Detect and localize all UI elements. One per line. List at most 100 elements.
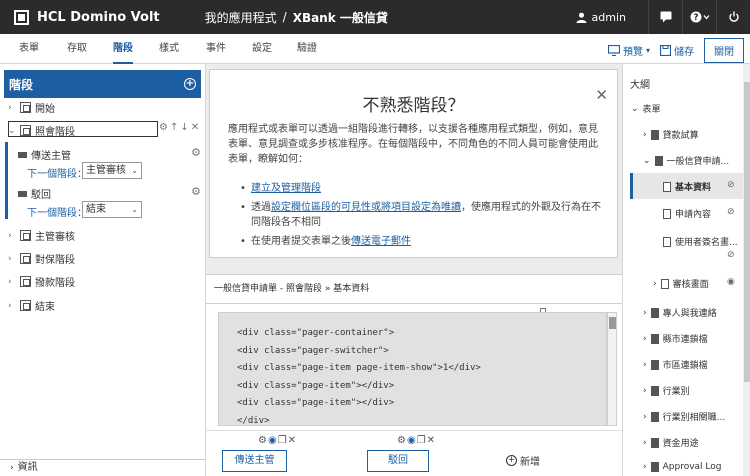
route-label: 傳送主管 [31, 151, 71, 162]
route-item-send[interactable]: 傳送主管 [18, 147, 71, 162]
gear-icon[interactable]: ⚙ [159, 122, 170, 133]
outline-item[interactable]: ⌄ 一般信貸申請... [643, 154, 729, 167]
routes-indicator [5, 142, 8, 219]
power-button[interactable] [716, 0, 750, 34]
form-icon [650, 437, 659, 448]
copy-icon[interactable]: ❐ [278, 435, 288, 446]
add-route-button[interactable]: + 新增 [506, 453, 540, 468]
stage-item-manager[interactable]: › 主管審核 [8, 228, 75, 243]
chevron-right-icon[interactable]: › [8, 254, 16, 264]
chevron-right-icon[interactable]: › [653, 279, 657, 289]
chevron-right-icon[interactable]: › [643, 462, 647, 472]
outline-item[interactable]: › 專人與我連絡 [643, 306, 717, 319]
save-button[interactable]: 儲存 [660, 43, 694, 58]
chevron-right-icon[interactable]: › [643, 360, 647, 370]
feedback-button[interactable] [648, 0, 682, 34]
form-icon [650, 333, 659, 344]
outline-item[interactable]: › Approval Log [643, 462, 721, 472]
send-email-link[interactable]: 傳送電子郵件 [351, 236, 411, 247]
manage-stages-link[interactable]: 建立及管理階段 [251, 183, 321, 194]
close-icon[interactable]: ✕ [427, 435, 436, 446]
editor-scroll-thumb[interactable] [609, 317, 616, 329]
gear-icon[interactable]: ⚙ [397, 435, 407, 446]
tab-validation[interactable]: 驗證 [297, 34, 317, 64]
chevron-right-icon[interactable]: › [8, 231, 16, 241]
chevron-right-icon[interactable]: › [643, 334, 647, 344]
next-stage-select[interactable]: 結束 ⌄ [82, 201, 142, 218]
outline-item[interactable]: › 行業別 [643, 384, 690, 397]
tab-stages[interactable]: 階段 [113, 34, 133, 64]
chevron-right-icon[interactable]: › [643, 412, 647, 422]
tab-access[interactable]: 存取 [67, 34, 87, 64]
arrow-down-icon[interactable]: ↓ [180, 122, 190, 133]
chevron-right-icon[interactable]: › [643, 438, 647, 448]
outline-label: 縣市連鎖檔 [662, 335, 708, 345]
outline-title: 大綱 [630, 80, 650, 91]
eye-circle-icon[interactable]: ◉ [407, 435, 417, 446]
stage-item-start[interactable]: › 開始 [8, 100, 55, 115]
code-line: <div class="page-item"></div> [237, 398, 395, 408]
preview-button[interactable]: 預覽 ▾ [607, 43, 650, 58]
outline-item[interactable]: › 審核畫面 [653, 277, 709, 290]
chevron-right-icon[interactable]: › [8, 103, 16, 113]
outline-scroll-thumb[interactable] [744, 82, 750, 382]
gear-icon[interactable]: ⚙ [191, 146, 201, 159]
visibility-link[interactable]: 設定欄位區段的可見性或將項目設定為唯讀 [271, 202, 461, 213]
chevron-right-icon[interactable]: › [8, 301, 16, 311]
eye-icon[interactable]: ◉ [727, 277, 735, 287]
stage-item-review[interactable]: ⌄ 照會階段 [8, 123, 75, 138]
outline-item[interactable]: › 市區連鎖檔 [643, 358, 708, 371]
form-icon [650, 411, 659, 422]
page-icon [663, 208, 671, 219]
add-stage-icon[interactable]: + [184, 78, 196, 90]
next-stage-select[interactable]: 主管審核 ⌄ [82, 162, 142, 179]
stage-item-guarantee[interactable]: › 對保階段 [8, 251, 75, 266]
help-title: 不熟悉階段？ [362, 96, 465, 116]
outline-item-basic-info[interactable]: 基本資料 [663, 180, 711, 193]
outline-item-form[interactable]: ⌄ 表單 [631, 102, 661, 116]
eye-slash-icon[interactable]: ⊘ [727, 207, 735, 217]
send-manager-button[interactable]: 傳送主管 [222, 450, 287, 472]
tab-form[interactable]: 表單 [19, 34, 39, 64]
outline-item[interactable]: › 資金用途 [643, 436, 699, 449]
chevron-right-icon[interactable]: › [643, 130, 647, 140]
eye-circle-icon[interactable]: ◉ [268, 435, 278, 446]
eye-slash-icon[interactable]: ⊘ [727, 250, 735, 260]
stage-item-disburse[interactable]: › 撥款階段 [8, 274, 75, 289]
outline-item[interactable]: › 縣市連鎖檔 [643, 332, 708, 345]
help-button[interactable]: ? [682, 0, 716, 34]
gear-icon[interactable]: ⚙ [191, 185, 201, 198]
stage-item-end[interactable]: › 結束 [8, 298, 55, 313]
close-help-icon[interactable]: ✕ [595, 86, 608, 104]
copy-icon[interactable]: ❐ [417, 435, 427, 446]
chevron-down-icon[interactable]: ⌄ [631, 104, 639, 114]
tab-settings[interactable]: 設定 [252, 34, 272, 64]
close-icon[interactable]: ✕ [288, 435, 297, 446]
help-icon: ? [690, 11, 709, 23]
gear-icon[interactable]: ⚙ [258, 435, 268, 446]
reject-button[interactable]: 駁回 [367, 450, 429, 472]
outline-item[interactable]: 使用者簽名畫... [663, 235, 738, 248]
chevron-down-icon[interactable]: ⌄ [643, 156, 651, 166]
tab-events[interactable]: 事件 [206, 34, 226, 64]
stage-icon [20, 102, 31, 113]
close-button[interactable]: 關閉 [704, 38, 744, 63]
editor-scrollbar[interactable] [607, 312, 617, 426]
info-section[interactable]: › 資訊 [0, 459, 206, 476]
route-item-reject[interactable]: 駁回 [18, 186, 51, 201]
close-icon[interactable]: ✕ [191, 122, 201, 133]
tab-style[interactable]: 樣式 [159, 34, 179, 64]
outline-item[interactable]: › 行業別相關職... [643, 410, 725, 423]
chevron-right-icon[interactable]: › [8, 277, 16, 287]
outline-item[interactable]: › 貸款試算 [643, 128, 699, 141]
eye-slash-icon[interactable]: ⊘ [727, 180, 735, 190]
outline-scrollbar[interactable] [743, 64, 750, 476]
outline-item[interactable]: 申請內容 [663, 207, 711, 220]
chevron-right-icon[interactable]: › [643, 386, 647, 396]
html-code-editor[interactable]: <div class="pager-container"> <div class=… [218, 312, 607, 426]
arrow-up-icon[interactable]: ↑ [170, 122, 180, 133]
user-menu[interactable]: admin [576, 11, 626, 24]
breadcrumb-my-apps[interactable]: 我的應用程式 [205, 9, 277, 26]
chevron-right-icon[interactable]: › [643, 308, 647, 318]
chevron-down-icon[interactable]: ⌄ [8, 126, 16, 136]
